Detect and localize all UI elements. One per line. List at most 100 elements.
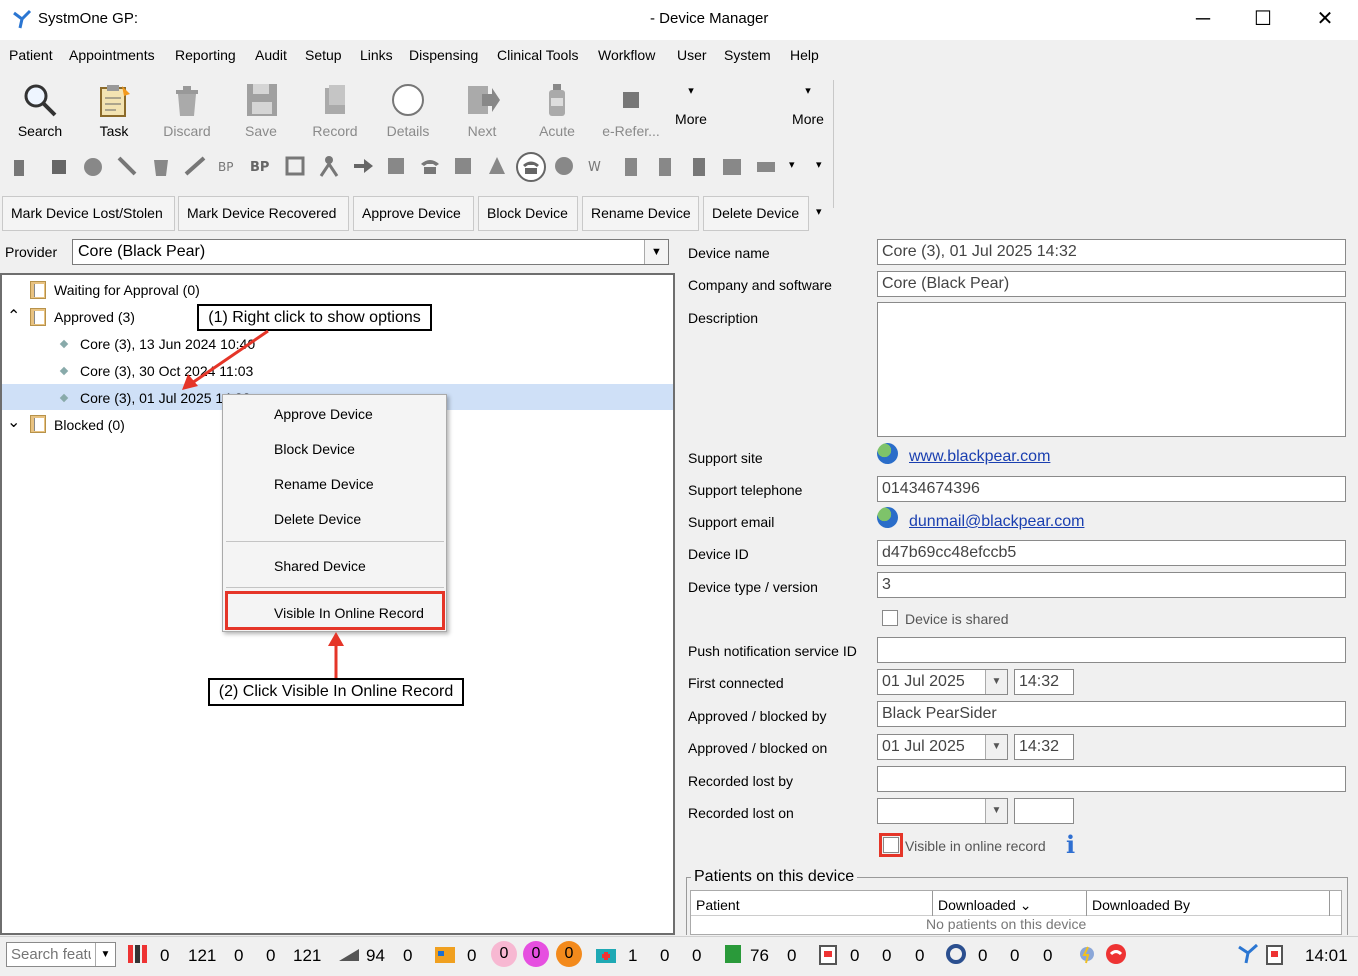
status-badge-orange[interactable]: 0 xyxy=(556,941,582,967)
push-id-field[interactable] xyxy=(877,637,1346,663)
block-device-button[interactable]: Block Device xyxy=(478,196,578,231)
dropdown-arrow-icon[interactable]: ▼ xyxy=(644,240,668,264)
menu-links[interactable]: Links xyxy=(360,47,393,63)
task-button[interactable]: Task xyxy=(79,78,149,148)
menu-setup[interactable]: Setup xyxy=(305,47,342,63)
info-icon[interactable]: i xyxy=(1066,830,1075,859)
delete-device-button[interactable]: Delete Device xyxy=(703,196,809,231)
small-person-icon[interactable] xyxy=(318,154,340,178)
ctx-shared-device[interactable]: Shared Device xyxy=(274,558,366,574)
menu-workflow[interactable]: Workflow xyxy=(598,47,655,63)
small-doc3-icon[interactable] xyxy=(654,154,676,178)
support-email-link[interactable]: dunmail@blackpear.com xyxy=(909,513,1084,531)
device-type-field[interactable]: 3 xyxy=(877,572,1346,598)
search-button[interactable]: Search xyxy=(5,78,75,148)
approved-on-date[interactable]: 01 Jul 2025 ▼ xyxy=(877,734,1008,760)
record-button[interactable]: Record xyxy=(300,78,370,148)
small-printer-icon[interactable] xyxy=(755,154,777,178)
support-site-link[interactable]: www.blackpear.com xyxy=(909,448,1050,466)
device-name-field[interactable]: Core (3), 01 Jul 2025 14:32 xyxy=(877,239,1346,265)
status-badge-magenta[interactable]: 0 xyxy=(523,941,549,967)
save-button[interactable]: Save xyxy=(226,78,296,148)
small-grid-icon[interactable] xyxy=(452,154,474,178)
visible-online-checkbox[interactable] xyxy=(883,837,899,853)
col-downloaded-by[interactable]: Downloaded By xyxy=(1092,897,1190,913)
small-page-icon[interactable] xyxy=(688,154,710,178)
small-chart-icon[interactable]: W xyxy=(587,154,609,178)
small-doc-icon[interactable] xyxy=(10,154,32,178)
next-button[interactable]: Next xyxy=(447,78,517,148)
maximize-button[interactable]: ☐ xyxy=(1234,4,1292,36)
description-field[interactable] xyxy=(877,302,1346,437)
small-bp-chart-icon[interactable]: BP xyxy=(217,154,239,178)
minimize-button[interactable]: ─ xyxy=(1174,4,1232,36)
tree-blocked[interactable]: Blocked (0) xyxy=(54,417,125,433)
approved-by-field[interactable]: Black PearSider xyxy=(877,701,1346,727)
menu-clinical-tools[interactable]: Clinical Tools xyxy=(497,47,578,63)
col-patient[interactable]: Patient xyxy=(696,897,740,913)
small-phone-icon[interactable] xyxy=(419,154,441,178)
date-dropdown-icon[interactable]: ▼ xyxy=(985,799,1007,823)
small-doc2-icon[interactable] xyxy=(620,154,642,178)
first-connected-date[interactable]: 01 Jul 2025 ▼ xyxy=(877,669,1008,695)
dropdown-arrow-icon[interactable]: ▼ xyxy=(95,943,115,966)
menu-audit[interactable]: Audit xyxy=(255,47,287,63)
mark-recovered-button[interactable]: Mark Device Recovered xyxy=(178,196,349,231)
ctx-block-device[interactable]: Block Device xyxy=(274,441,355,457)
icon-row-overflow-1[interactable]: ▾ xyxy=(789,158,795,171)
menu-system[interactable]: System xyxy=(724,47,771,63)
acute-button[interactable]: Acute xyxy=(522,78,592,148)
small-bin-icon[interactable] xyxy=(150,154,172,178)
ctx-approve-device[interactable]: Approve Device xyxy=(274,406,373,422)
small-barcode-icon[interactable] xyxy=(385,154,407,178)
mark-lost-button[interactable]: Mark Device Lost/Stolen xyxy=(2,196,175,231)
actions-overflow-icon[interactable]: ▾ xyxy=(816,205,822,218)
provider-select[interactable]: Core (Black Pear) ▼ xyxy=(72,239,669,265)
approve-device-button[interactable]: Approve Device xyxy=(353,196,474,231)
approved-on-time[interactable]: 14:32 xyxy=(1014,734,1074,760)
date-dropdown-icon[interactable]: ▼ xyxy=(985,735,1007,759)
device-id-field[interactable]: d47b69cc48efccb5 xyxy=(877,540,1346,566)
menu-appointments[interactable]: Appointments xyxy=(69,47,155,63)
small-clock-icon[interactable] xyxy=(553,154,575,178)
menu-user[interactable]: User xyxy=(677,47,707,63)
phone-call-icon[interactable] xyxy=(515,151,547,183)
company-field[interactable]: Core (Black Pear) xyxy=(877,271,1346,297)
ctx-rename-device[interactable]: Rename Device xyxy=(274,476,374,492)
status-badge-pink[interactable]: 0 xyxy=(491,941,517,967)
search-features-field[interactable] xyxy=(7,943,93,966)
menu-dispensing[interactable]: Dispensing xyxy=(409,47,478,63)
tree-waiting-approval[interactable]: Waiting for Approval (0) xyxy=(54,282,200,298)
icon-row-overflow-2[interactable]: ▾ xyxy=(816,158,822,171)
recorded-lost-on-time[interactable] xyxy=(1014,798,1074,824)
details-button[interactable]: Details xyxy=(373,78,443,148)
small-leaf-icon[interactable] xyxy=(82,154,104,178)
ctx-visible-online-record[interactable]: Visible In Online Record xyxy=(274,605,424,621)
col-downloaded[interactable]: Downloaded ⌄ xyxy=(938,897,1031,914)
search-features-input[interactable]: ▼ xyxy=(6,942,116,967)
small-bp-icon[interactable]: BP xyxy=(250,154,272,178)
expand-chevron-icon[interactable]: ⌄ xyxy=(7,412,20,432)
ctx-delete-device[interactable]: Delete Device xyxy=(274,511,361,527)
small-pen-icon[interactable] xyxy=(116,154,138,178)
discard-button[interactable]: Discard xyxy=(152,78,222,148)
tree-approved[interactable]: Approved (3) xyxy=(54,309,135,325)
small-tree-icon[interactable] xyxy=(486,154,508,178)
recorded-lost-on-date[interactable]: ▼ xyxy=(877,798,1008,824)
small-arrow-right-icon[interactable] xyxy=(352,154,374,178)
close-button[interactable]: ✕ xyxy=(1296,4,1354,36)
device-shared-checkbox[interactable] xyxy=(882,610,898,626)
small-syringe-icon[interactable] xyxy=(184,154,206,178)
collapse-chevron-icon[interactable]: ⌃ xyxy=(7,306,20,326)
menu-patient[interactable]: Patient xyxy=(9,47,53,63)
recorded-lost-by-field[interactable] xyxy=(877,766,1346,792)
support-telephone-field[interactable]: 01434674396 xyxy=(877,476,1346,502)
more-button-1[interactable]: ▾ More xyxy=(656,84,726,154)
small-calendar-icon[interactable] xyxy=(721,154,743,178)
first-connected-time[interactable]: 14:32 xyxy=(1014,669,1074,695)
rename-device-button[interactable]: Rename Device xyxy=(582,196,699,231)
small-square-icon[interactable] xyxy=(48,154,70,178)
date-dropdown-icon[interactable]: ▼ xyxy=(985,670,1007,694)
menu-reporting[interactable]: Reporting xyxy=(175,47,236,63)
small-form-icon[interactable] xyxy=(284,154,306,178)
